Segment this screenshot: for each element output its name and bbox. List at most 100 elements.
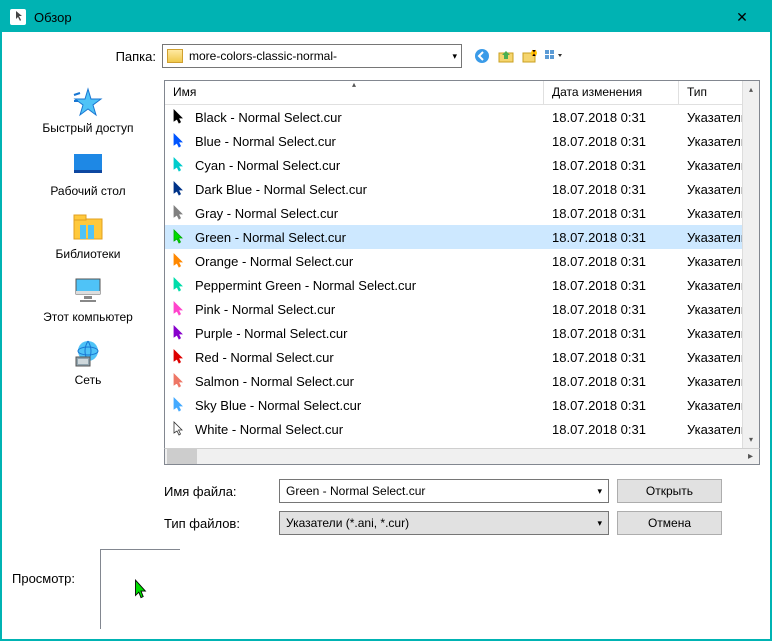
file-date: 18.07.2018 0:31 (544, 374, 679, 389)
file-row[interactable]: Green - Normal Select.cur 18.07.2018 0:31… (165, 225, 759, 249)
folder-label: Папка: (102, 49, 162, 64)
file-date: 18.07.2018 0:31 (544, 110, 679, 125)
cursor-icon (173, 301, 185, 317)
file-name: Purple - Normal Select.cur (195, 326, 347, 341)
scroll-down-icon[interactable]: ▾ (743, 431, 759, 448)
scrollbar-thumb[interactable] (167, 449, 197, 464)
newfolder-icon[interactable] (520, 46, 540, 66)
sort-ascending-icon: ▴ (352, 80, 356, 89)
file-row[interactable]: Cyan - Normal Select.cur18.07.2018 0:31У… (165, 153, 759, 177)
cursor-icon (173, 229, 185, 245)
vertical-scrollbar[interactable]: ▴ ▾ (742, 81, 759, 448)
file-date: 18.07.2018 0:31 (544, 326, 679, 341)
file-name: Gray - Normal Select.cur (195, 206, 338, 221)
file-date: 18.07.2018 0:31 (544, 182, 679, 197)
cursor-icon (173, 349, 185, 365)
filetype-value: Указатели (*.ani, *.cur) (286, 516, 597, 530)
scroll-right-icon[interactable]: ▸ (742, 448, 759, 465)
file-row[interactable]: Red - Normal Select.cur18.07.2018 0:31Ук… (165, 345, 759, 369)
cursor-icon (173, 181, 185, 197)
libraries-icon (70, 212, 106, 244)
sidebar-item-this-pc[interactable]: Этот компьютер (43, 275, 133, 324)
file-name: Sky Blue - Normal Select.cur (195, 398, 361, 413)
window-title: Обзор (34, 10, 722, 25)
file-row[interactable]: Gray - Normal Select.cur18.07.2018 0:31У… (165, 201, 759, 225)
app-icon (10, 9, 26, 25)
file-name: Blue - Normal Select.cur (195, 134, 336, 149)
file-date: 18.07.2018 0:31 (544, 278, 679, 293)
close-button[interactable]: ✕ (722, 2, 762, 32)
file-list: Имя▴ Дата изменения Тип Black - Normal S… (164, 80, 760, 448)
folder-icon (167, 49, 183, 63)
views-icon[interactable] (544, 46, 564, 66)
file-dialog: Обзор ✕ Папка: more-colors-classic-norma… (0, 0, 772, 641)
file-name: Cyan - Normal Select.cur (195, 158, 340, 173)
filename-label: Имя файла: (164, 484, 279, 499)
file-name: Green - Normal Select.cur (195, 230, 346, 245)
filetype-combo[interactable]: Указатели (*.ani, *.cur) ▾ (279, 511, 609, 535)
file-row[interactable]: Orange - Normal Select.cur 18.07.2018 0:3… (165, 249, 759, 273)
file-row[interactable]: Peppermint Green - Normal Select.cur 18.0… (165, 273, 759, 297)
sidebar-item-libraries[interactable]: Библиотеки (55, 212, 120, 261)
preview-cursor-icon (133, 579, 149, 601)
computer-icon (70, 275, 106, 307)
cursor-icon (173, 421, 185, 437)
places-sidebar: Быстрый доступ Рабочий стол Библиотеки Э… (12, 80, 164, 535)
sidebar-item-network[interactable]: Сеть (70, 338, 106, 387)
file-row[interactable]: Pink - Normal Select.cur18.07.2018 0:31У… (165, 297, 759, 321)
preview-box (100, 549, 180, 629)
cursor-icon (173, 253, 185, 269)
up-icon[interactable] (496, 46, 516, 66)
file-name: Orange - Normal Select.cur (195, 254, 353, 269)
file-date: 18.07.2018 0:31 (544, 422, 679, 437)
file-name: Peppermint Green - Normal Select.cur (195, 278, 416, 293)
cancel-button[interactable]: Отмена (617, 511, 722, 535)
desktop-icon (70, 149, 106, 181)
file-name: Pink - Normal Select.cur (195, 302, 335, 317)
file-date: 18.07.2018 0:31 (544, 398, 679, 413)
scroll-up-icon[interactable]: ▴ (743, 81, 759, 98)
cursor-icon (173, 205, 185, 221)
file-row[interactable]: Salmon - Normal Select.cur 18.07.2018 0:3… (165, 369, 759, 393)
cursor-icon (173, 373, 185, 389)
sidebar-item-quick-access[interactable]: Быстрый доступ (42, 86, 133, 135)
cursor-icon (173, 325, 185, 341)
file-date: 18.07.2018 0:31 (544, 302, 679, 317)
chevron-down-icon: ▾ (597, 486, 602, 497)
sidebar-item-desktop[interactable]: Рабочий стол (50, 149, 125, 198)
chevron-down-icon: ▾ (597, 518, 602, 529)
file-list-header: Имя▴ Дата изменения Тип (165, 81, 759, 105)
file-row[interactable]: Blue - Normal Select.cur18.07.2018 0:31У… (165, 129, 759, 153)
file-name: Salmon - Normal Select.cur (195, 374, 354, 389)
cursor-icon (173, 133, 185, 149)
cursor-icon (173, 109, 185, 125)
file-date: 18.07.2018 0:31 (544, 158, 679, 173)
file-row[interactable]: Purple - Normal Select.cur 18.07.2018 0:3… (165, 321, 759, 345)
file-date: 18.07.2018 0:31 (544, 254, 679, 269)
horizontal-scrollbar[interactable]: ▸ (164, 448, 760, 465)
file-name: Red - Normal Select.cur (195, 350, 334, 365)
column-date[interactable]: Дата изменения (544, 81, 679, 104)
star-icon (70, 86, 106, 118)
open-button[interactable]: Открыть (617, 479, 722, 503)
cursor-icon (173, 157, 185, 173)
file-date: 18.07.2018 0:31 (544, 350, 679, 365)
chevron-down-icon: ▾ (452, 51, 457, 62)
file-row[interactable]: Dark Blue - Normal Select.cur 18.07.2018 … (165, 177, 759, 201)
back-icon[interactable] (472, 46, 492, 66)
folder-combo[interactable]: more-colors-classic-normal- ▾ (162, 44, 462, 68)
file-row[interactable]: Sky Blue - Normal Select.cur 18.07.2018 0… (165, 393, 759, 417)
filetype-label: Тип файлов: (164, 516, 279, 531)
column-name[interactable]: Имя▴ (165, 81, 544, 104)
file-name: Dark Blue - Normal Select.cur (195, 182, 367, 197)
file-date: 18.07.2018 0:31 (544, 206, 679, 221)
filename-value: Green - Normal Select.cur (286, 484, 597, 498)
file-row[interactable]: White - Normal Select.cur18.07.2018 0:31… (165, 417, 759, 441)
file-date: 18.07.2018 0:31 (544, 134, 679, 149)
folder-name: more-colors-classic-normal- (189, 49, 452, 63)
filename-combo[interactable]: Green - Normal Select.cur ▾ (279, 479, 609, 503)
file-name: Black - Normal Select.cur (195, 110, 342, 125)
file-row[interactable]: Black - Normal Select.cur 18.07.2018 0:31… (165, 105, 759, 129)
cursor-icon (173, 277, 185, 293)
file-date: 18.07.2018 0:31 (544, 230, 679, 245)
